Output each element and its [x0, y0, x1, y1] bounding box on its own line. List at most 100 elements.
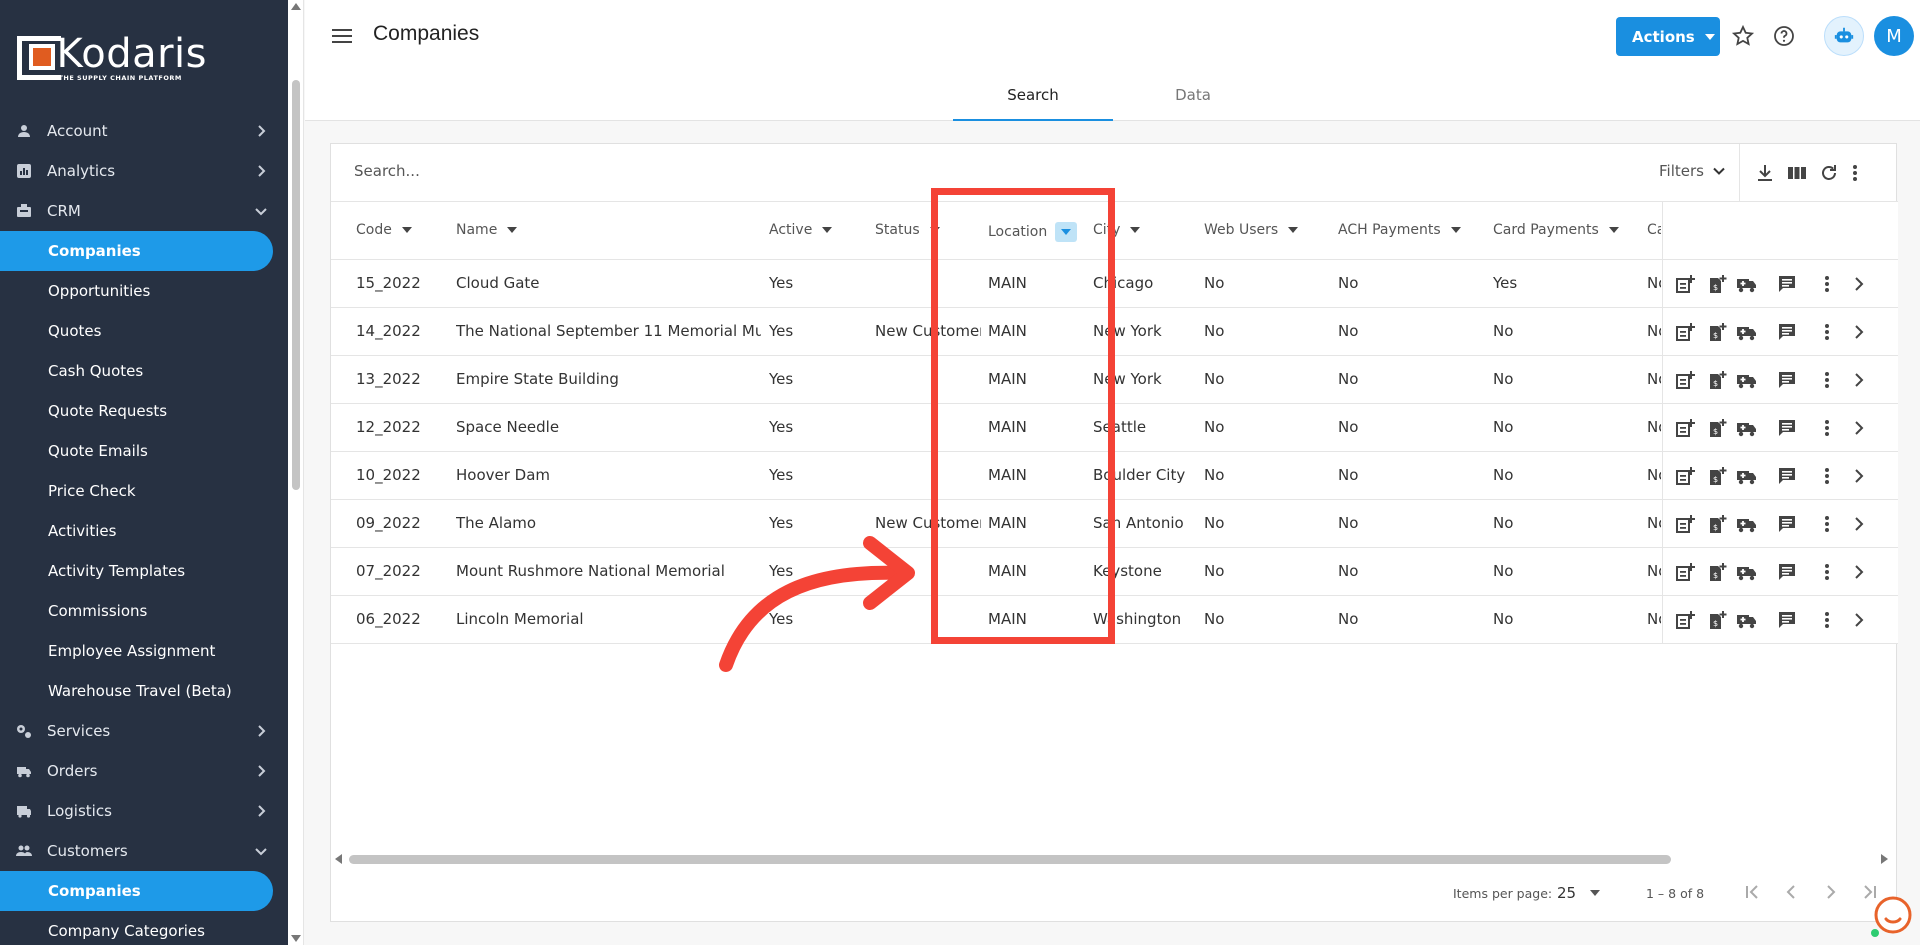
sidebar-item-customers[interactable]: Customers	[0, 831, 288, 871]
comment-icon[interactable]	[1776, 465, 1798, 487]
chat-support-icon[interactable]	[1867, 893, 1913, 939]
star-icon[interactable]	[1731, 24, 1755, 48]
add-file-icon[interactable]: $	[1706, 321, 1728, 343]
sidebar-item-employee-assignment[interactable]: Employee Assignment	[0, 631, 288, 671]
comment-icon[interactable]	[1776, 321, 1798, 343]
add-file-icon[interactable]: $	[1706, 465, 1728, 487]
download-icon[interactable]	[1754, 162, 1776, 184]
comment-icon[interactable]	[1776, 273, 1798, 295]
sidebar-item-logistics[interactable]: Logistics	[0, 791, 288, 831]
items-per-page-select[interactable]: 25	[1557, 884, 1601, 902]
column-header-ach-payments[interactable]: ACH Payments	[1338, 222, 1461, 238]
columns-icon[interactable]	[1786, 162, 1808, 184]
chevron-right-icon[interactable]	[1848, 417, 1870, 439]
sidebar-item-companies[interactable]: Companies	[0, 231, 273, 271]
add-note-icon[interactable]	[1674, 465, 1696, 487]
scroll-left-arrow[interactable]	[335, 854, 342, 864]
sidebar-item-price-check[interactable]: Price Check	[0, 471, 288, 511]
sidebar-item-companies[interactable]: Companies	[0, 871, 273, 911]
shipping-icon[interactable]	[1736, 465, 1758, 487]
shipping-icon[interactable]	[1736, 609, 1758, 631]
sidebar-item-analytics[interactable]: Analytics	[0, 151, 288, 191]
column-header-code[interactable]: Code	[356, 222, 412, 238]
more-vert-icon[interactable]	[1816, 513, 1838, 535]
kodaris-logo[interactable]: Kodaris THE SUPPLY CHAIN PLATFORM	[17, 34, 207, 82]
sidebar-item-activity-templates[interactable]: Activity Templates	[0, 551, 288, 591]
help-icon[interactable]	[1772, 24, 1796, 48]
more-vert-icon[interactable]	[1816, 609, 1838, 631]
add-file-icon[interactable]: $	[1706, 369, 1728, 391]
sidebar-item-quote-emails[interactable]: Quote Emails	[0, 431, 288, 471]
sidebar-item-warehouse-travel-beta[interactable]: Warehouse Travel (Beta)	[0, 671, 288, 711]
column-header-web-users[interactable]: Web Users	[1204, 222, 1299, 238]
more-vert-icon[interactable]	[1816, 417, 1838, 439]
comment-icon[interactable]	[1776, 609, 1798, 631]
sidebar-item-activities[interactable]: Activities	[0, 511, 288, 551]
sidebar-item-opportunities[interactable]: Opportunities	[0, 271, 288, 311]
horizontal-scroll-thumb[interactable]	[349, 855, 1671, 864]
first-page-icon[interactable]	[1741, 881, 1763, 903]
add-note-icon[interactable]	[1674, 513, 1696, 535]
add-note-icon[interactable]	[1674, 609, 1696, 631]
more-vert-icon[interactable]	[1844, 162, 1866, 184]
add-file-icon[interactable]: $	[1706, 561, 1728, 583]
scroll-right-arrow[interactable]	[1881, 854, 1888, 864]
column-header-active[interactable]: Active	[769, 222, 833, 238]
shipping-icon[interactable]	[1736, 369, 1758, 391]
chevron-right-icon[interactable]	[1848, 561, 1870, 583]
shipping-icon[interactable]	[1736, 273, 1758, 295]
scroll-down-arrow[interactable]	[291, 935, 301, 942]
column-header-card-payments[interactable]: Card Payments	[1493, 222, 1619, 238]
previous-page-icon[interactable]	[1780, 881, 1802, 903]
sidebar-item-quotes[interactable]: Quotes	[0, 311, 288, 351]
shipping-icon[interactable]	[1736, 513, 1758, 535]
comment-icon[interactable]	[1776, 369, 1798, 391]
add-note-icon[interactable]	[1674, 417, 1696, 439]
actions-button[interactable]: Actions	[1616, 17, 1720, 56]
add-note-icon[interactable]	[1674, 321, 1696, 343]
chevron-right-icon[interactable]	[1848, 513, 1870, 535]
add-file-icon[interactable]: $	[1706, 609, 1728, 631]
search-input[interactable]	[354, 162, 854, 180]
add-note-icon[interactable]	[1674, 273, 1696, 295]
chevron-right-icon[interactable]	[1848, 273, 1870, 295]
sidebar-item-company-categories[interactable]: Company Categories	[0, 911, 288, 945]
chevron-right-icon[interactable]	[1848, 609, 1870, 631]
sidebar-item-orders[interactable]: Orders	[0, 751, 288, 791]
sidebar-item-crm[interactable]: CRM	[0, 191, 288, 231]
more-vert-icon[interactable]	[1816, 321, 1838, 343]
refresh-icon[interactable]	[1818, 162, 1840, 184]
more-vert-icon[interactable]	[1816, 273, 1838, 295]
user-avatar[interactable]: M	[1874, 16, 1914, 56]
sidebar-item-account[interactable]: Account	[0, 111, 288, 151]
add-file-icon[interactable]: $	[1706, 513, 1728, 535]
sidebar-scrollbar[interactable]	[288, 0, 304, 945]
sidebar-item-quote-requests[interactable]: Quote Requests	[0, 391, 288, 431]
column-header-status[interactable]: Status	[875, 222, 940, 238]
next-page-icon[interactable]	[1820, 881, 1842, 903]
tab-search[interactable]: Search	[953, 74, 1113, 121]
more-vert-icon[interactable]	[1816, 369, 1838, 391]
tab-data[interactable]: Data	[1113, 74, 1273, 121]
shipping-icon[interactable]	[1736, 417, 1758, 439]
sidebar-item-cash-quotes[interactable]: Cash Quotes	[0, 351, 288, 391]
assistant-bot-icon[interactable]	[1824, 16, 1864, 56]
add-file-icon[interactable]: $	[1706, 273, 1728, 295]
chevron-right-icon[interactable]	[1848, 321, 1870, 343]
comment-icon[interactable]	[1776, 417, 1798, 439]
sidebar-item-services[interactable]: Services	[0, 711, 288, 751]
horizontal-scrollbar[interactable]	[331, 852, 1898, 864]
comment-icon[interactable]	[1776, 561, 1798, 583]
column-header-ca[interactable]: Ca	[1647, 222, 1661, 238]
shipping-icon[interactable]	[1736, 321, 1758, 343]
filters-button[interactable]: Filters	[1659, 162, 1726, 180]
more-vert-icon[interactable]	[1816, 465, 1838, 487]
hamburger-menu-icon[interactable]	[331, 26, 353, 46]
add-note-icon[interactable]	[1674, 369, 1696, 391]
chevron-right-icon[interactable]	[1848, 465, 1870, 487]
shipping-icon[interactable]	[1736, 561, 1758, 583]
more-vert-icon[interactable]	[1816, 561, 1838, 583]
add-note-icon[interactable]	[1674, 561, 1696, 583]
chevron-right-icon[interactable]	[1848, 369, 1870, 391]
column-header-name[interactable]: Name	[456, 222, 518, 238]
